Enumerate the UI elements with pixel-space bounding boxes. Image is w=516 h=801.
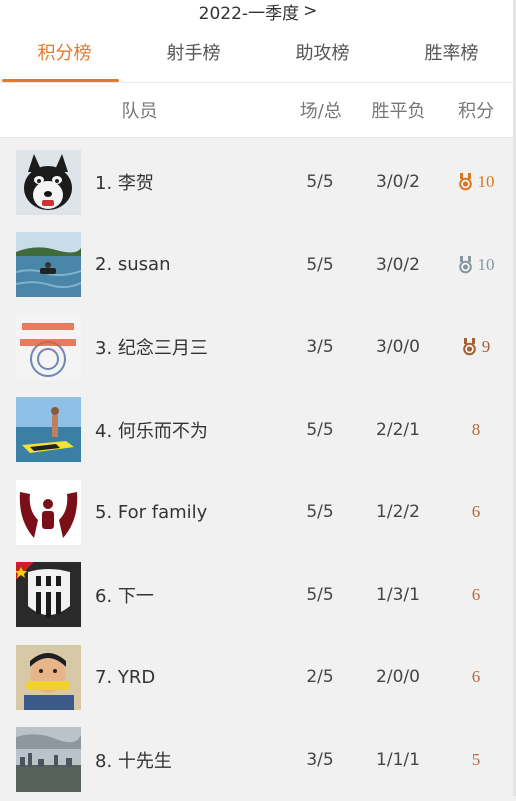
player-wdl: 1/3/1 (360, 585, 436, 605)
season-selector[interactable]: 2022-一季度 > (0, 0, 516, 22)
juventus-avatar[interactable] (16, 562, 81, 627)
player-games: 2/5 (280, 667, 360, 687)
player-wdl: 1/1/1 (360, 750, 436, 770)
player-points-cell: 6 (436, 502, 516, 522)
player-wdl: 2/0/0 (360, 667, 436, 687)
player-points-cell: 6 (436, 667, 516, 687)
player-points: 6 (472, 667, 481, 687)
player-row[interactable]: 1. 李贺 5/5 3/0/2 10 (0, 141, 516, 224)
player-name[interactable]: 2. susan (95, 254, 280, 275)
player-points-cell: 8 (436, 420, 516, 440)
player-points: 8 (472, 420, 481, 440)
jetski-beach-avatar[interactable] (16, 397, 81, 462)
player-row[interactable]: 8. 十先生 3/5 1/1/1 5 (0, 719, 516, 801)
medal-gold-icon (458, 173, 473, 191)
player-games: 3/5 (280, 750, 360, 770)
player-name[interactable]: 3. 纪念三月三 (95, 334, 280, 360)
child-corn-avatar[interactable] (16, 645, 81, 710)
player-name[interactable]: 5. For family (95, 502, 280, 523)
tab-scorers[interactable]: 射手榜 (129, 22, 258, 82)
player-points-cell: 6 (436, 585, 516, 605)
tab-win-rate[interactable]: 胜率榜 (387, 22, 516, 82)
player-name[interactable]: 7. YRD (95, 667, 280, 688)
city-skyline-avatar[interactable] (16, 727, 81, 792)
header-games: 场/总 (281, 97, 361, 123)
player-wdl: 3/0/2 (360, 255, 436, 275)
chevron-right-icon: > (303, 1, 317, 21)
header-points: 积分 (436, 97, 516, 123)
player-games: 5/5 (280, 585, 360, 605)
player-points-cell: 10 (436, 255, 516, 275)
leaderboard-app: 2022-一季度 > 积分榜 射手榜 助攻榜 胜率榜 队员 场/总 胜平负 积分… (0, 0, 516, 796)
player-row[interactable]: 6. 下一 5/5 1/3/1 6 (0, 554, 516, 637)
player-points: 10 (478, 255, 495, 275)
player-list: 1. 李贺 5/5 3/0/2 10 2. susan 5/5 3/0/2 (0, 138, 516, 801)
player-wdl: 1/2/2 (360, 502, 436, 522)
player-games: 5/5 (280, 502, 360, 522)
player-wdl: 3/0/2 (360, 172, 436, 192)
medal-silver-icon (458, 256, 473, 274)
player-name[interactable]: 4. 何乐而不为 (95, 417, 280, 443)
player-games: 5/5 (280, 172, 360, 192)
player-points-cell: 5 (436, 750, 516, 770)
player-games: 5/5 (280, 255, 360, 275)
tab-points[interactable]: 积分榜 (0, 22, 129, 82)
player-row[interactable]: 3. 纪念三月三 3/5 3/0/0 9 (0, 306, 516, 389)
husky-dog-avatar[interactable] (16, 150, 81, 215)
player-row[interactable]: 5. For family 5/5 1/2/2 6 (0, 471, 516, 554)
season-label: 2022-一季度 (199, 0, 299, 24)
player-points: 6 (472, 502, 481, 522)
family-logo-avatar[interactable] (16, 480, 81, 545)
medal-bronze-icon (462, 338, 477, 356)
tab-bar: 积分榜 射手榜 助攻榜 胜率榜 (0, 22, 516, 82)
player-row[interactable]: 7. YRD 2/5 2/0/0 6 (0, 636, 516, 719)
player-points-cell: 10 (436, 172, 516, 192)
player-row[interactable]: 4. 何乐而不为 5/5 2/2/1 8 (0, 389, 516, 472)
player-points: 6 (472, 585, 481, 605)
table-header: 队员 场/总 胜平负 积分 (0, 82, 516, 138)
jetski-lake-avatar[interactable] (16, 232, 81, 297)
player-row[interactable]: 2. susan 5/5 3/0/2 10 (0, 224, 516, 307)
player-points: 9 (482, 337, 491, 357)
player-games: 5/5 (280, 420, 360, 440)
player-name[interactable]: 6. 下一 (95, 582, 280, 608)
player-wdl: 2/2/1 (360, 420, 436, 440)
player-points: 10 (478, 172, 495, 192)
player-name[interactable]: 8. 十先生 (95, 747, 280, 773)
player-points: 5 (472, 750, 481, 770)
player-points-cell: 9 (436, 337, 516, 357)
header-wdl: 胜平负 (361, 97, 437, 123)
player-games: 3/5 (280, 337, 360, 357)
player-name[interactable]: 1. 李贺 (95, 169, 280, 195)
header-player: 队员 (0, 97, 281, 123)
text-collage-avatar[interactable] (16, 315, 81, 380)
tab-assists[interactable]: 助攻榜 (258, 22, 387, 82)
player-wdl: 3/0/0 (360, 337, 436, 357)
